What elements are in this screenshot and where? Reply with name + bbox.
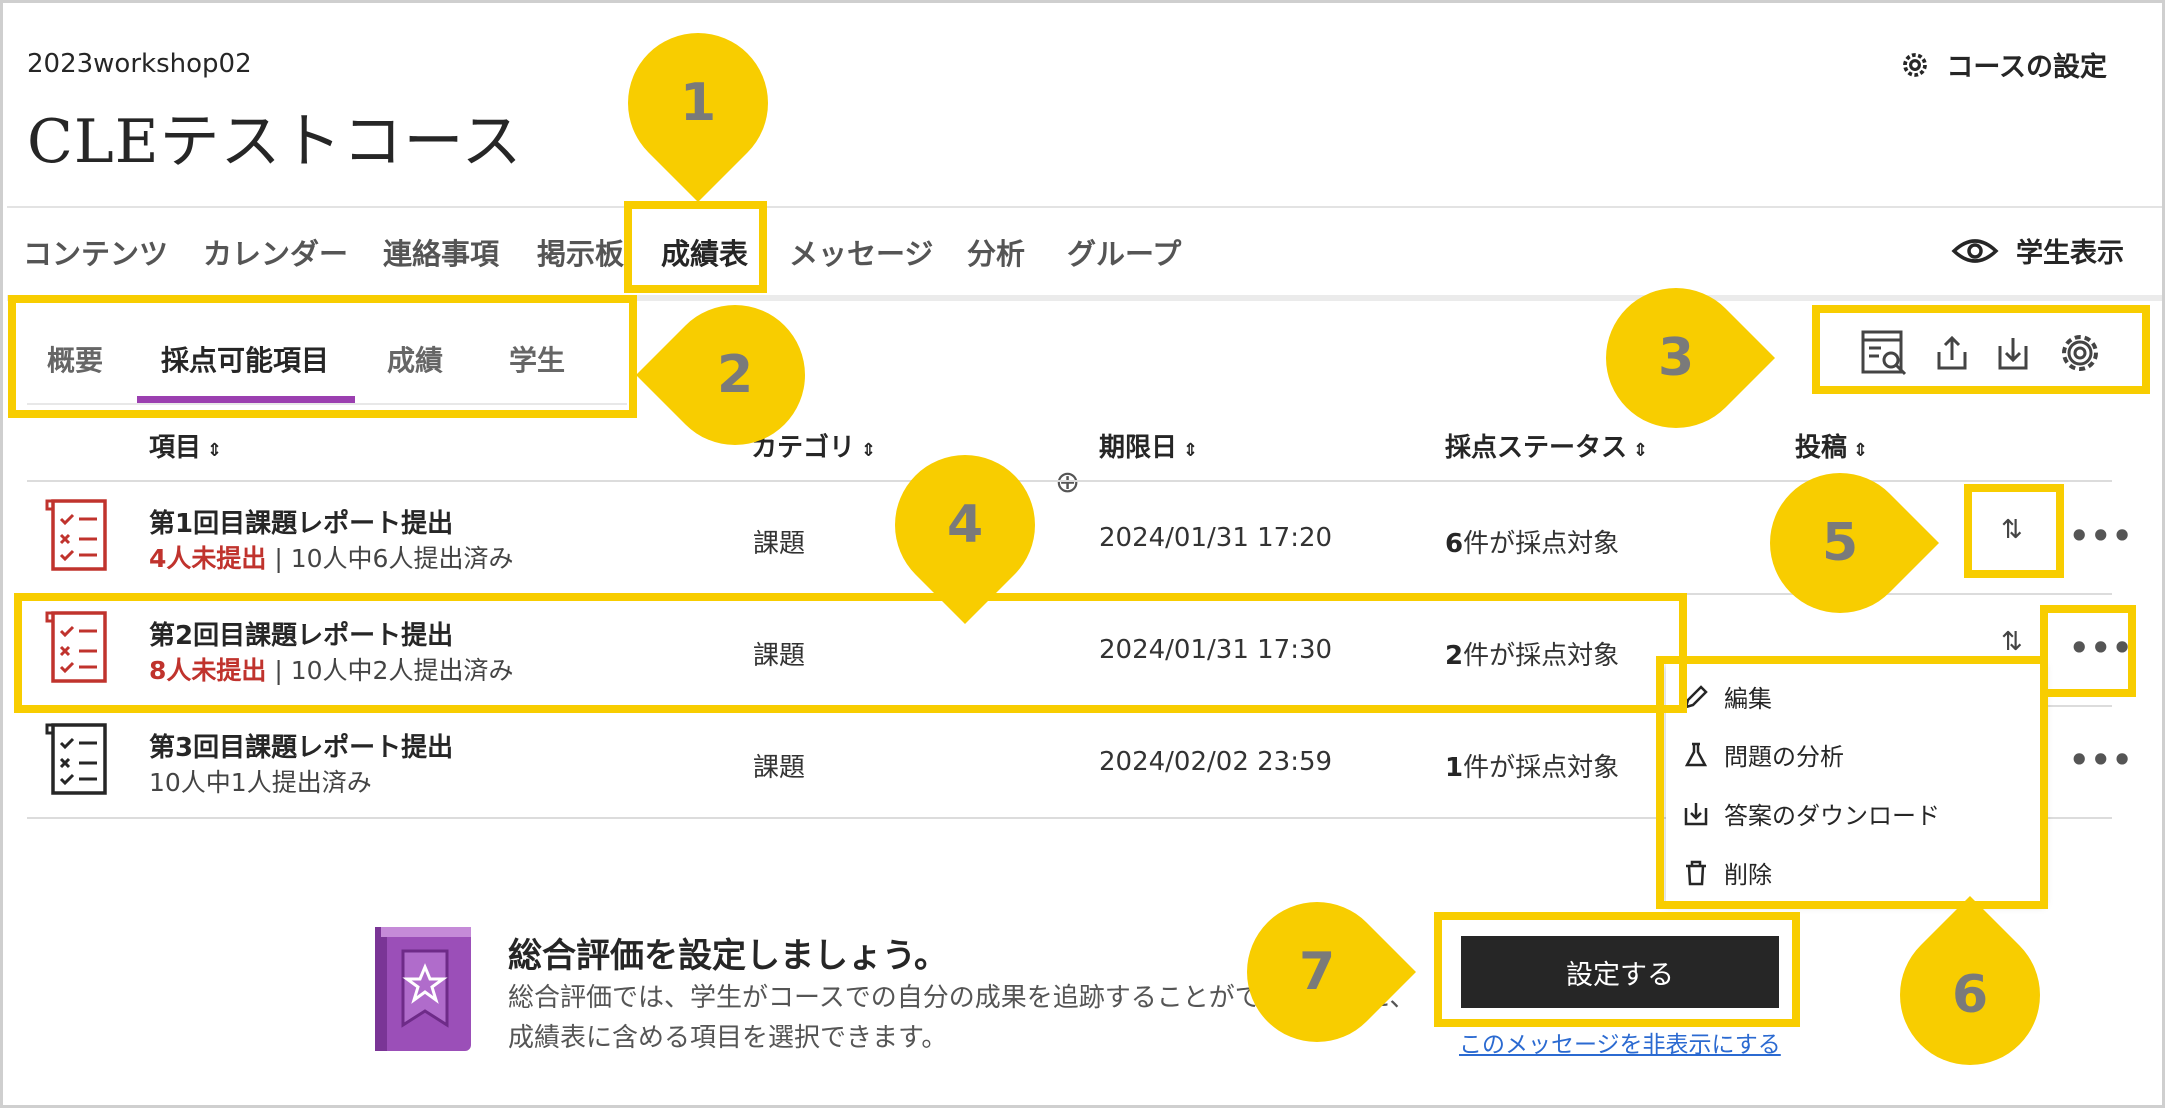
- course-id: 2023workshop02: [27, 49, 252, 79]
- highlight-setup-button: [1434, 912, 1800, 1027]
- tab-contents[interactable]: コンテンツ: [23, 231, 168, 273]
- add-column-button[interactable]: ⊕: [1055, 465, 1080, 500]
- hide-message-link[interactable]: このメッセージを非表示にする: [1459, 1025, 1781, 1059]
- tab-messages[interactable]: メッセージ: [789, 231, 933, 273]
- more-options-button[interactable]: •••: [2069, 741, 2133, 779]
- highlight-reorder-button: [1964, 484, 2064, 578]
- column-item[interactable]: 項目 ⇕: [149, 427, 222, 464]
- highlight-context-menu: [1656, 656, 2048, 909]
- highlight-toolbar: [1812, 305, 2150, 394]
- row-divider: [27, 480, 2112, 482]
- column-posted[interactable]: 投稿 ⇕: [1795, 427, 1868, 464]
- assignment-icon: [45, 499, 107, 571]
- row-category: 課題: [753, 753, 806, 783]
- banner-title: 総合評価を設定しましょう。: [508, 936, 948, 976]
- gradebook-book-icon: [375, 927, 471, 1051]
- highlight-subtabs: [8, 295, 637, 418]
- student-view-button[interactable]: 学生表示: [1950, 231, 2124, 270]
- row-due-date: 2024/01/31 17:20: [1099, 523, 1333, 553]
- row-title[interactable]: 第1回目課題レポート提出: [149, 503, 453, 540]
- more-options-button[interactable]: •••: [2069, 517, 2133, 555]
- eye-cycle-icon: [1951, 238, 1999, 263]
- tab-announcements[interactable]: 連絡事項: [383, 231, 499, 273]
- row-grading-status[interactable]: 1件が採点対象: [1445, 747, 1619, 784]
- column-due-date[interactable]: 期限日 ⇕: [1099, 427, 1198, 464]
- table-row[interactable]: [43, 721, 115, 801]
- nav-divider: [7, 206, 2162, 208]
- row-submission-summary: 10人中1人提出済み: [149, 768, 372, 797]
- row-grading-status[interactable]: 6件が採点対象: [1445, 523, 1619, 560]
- reorder-button[interactable]: ⇅: [2001, 627, 2023, 657]
- tab-discussions[interactable]: 掲示板: [537, 231, 624, 273]
- student-view-label: 学生表示: [2016, 238, 2124, 269]
- row-submission-summary: 4人未提出 | 10人中6人提出済み: [149, 544, 514, 573]
- table-row[interactable]: [43, 497, 115, 577]
- highlight-more-button: [2040, 605, 2136, 697]
- course-settings-button[interactable]: コースの設定: [1900, 45, 2107, 84]
- course-title: CLEテストコース: [27, 107, 523, 177]
- highlight-gradebook-tab: [624, 201, 767, 293]
- tab-analytics[interactable]: 分析: [967, 231, 1025, 273]
- column-grading-status[interactable]: 採点ステータス ⇕: [1445, 427, 1648, 464]
- assignment-icon: [45, 723, 107, 795]
- row-due-date: 2024/02/02 23:59: [1099, 747, 1333, 777]
- tab-groups[interactable]: グループ: [1067, 231, 1181, 273]
- gear-icon: [1903, 52, 1928, 77]
- tab-calendar[interactable]: カレンダー: [203, 231, 348, 273]
- course-settings-label: コースの設定: [1946, 52, 2107, 83]
- row-category: 課題: [753, 529, 806, 559]
- highlight-row: [14, 593, 1687, 713]
- row-title[interactable]: 第3回目課題レポート提出: [149, 727, 453, 764]
